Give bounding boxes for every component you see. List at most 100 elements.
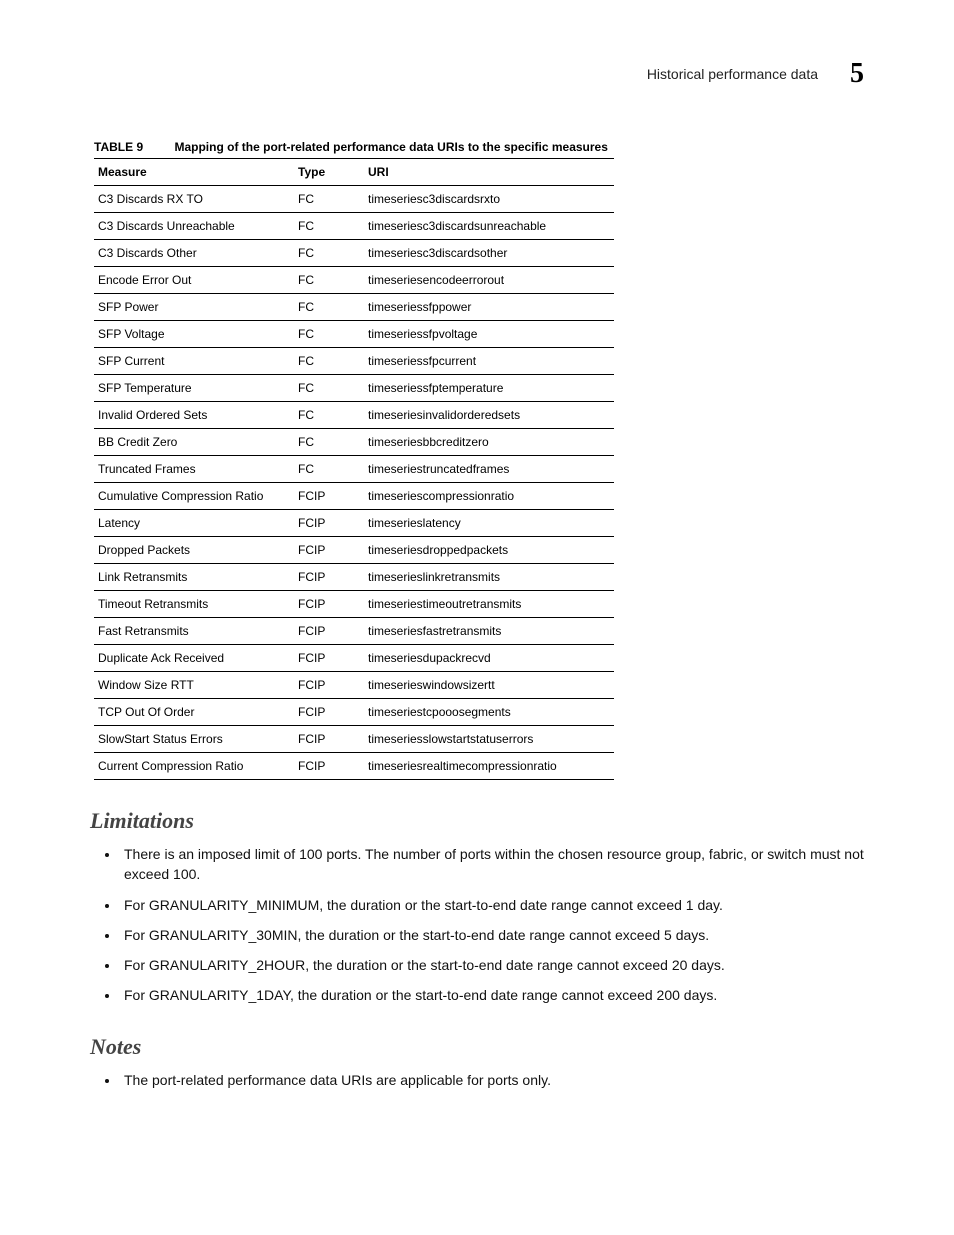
- cell-measure: TCP Out Of Order: [94, 699, 294, 726]
- table-row: Invalid Ordered SetsFCtimeseriesinvalido…: [94, 402, 614, 429]
- table-row: SFP VoltageFCtimeseriessfpvoltage: [94, 321, 614, 348]
- cell-type: FCIP: [294, 537, 364, 564]
- cell-measure: Cumulative Compression Ratio: [94, 483, 294, 510]
- table-row: SlowStart Status ErrorsFCIPtimeseriesslo…: [94, 726, 614, 753]
- cell-uri: timeseriesc3discardsrxto: [364, 186, 614, 213]
- table-row: C3 Discards RX TOFCtimeseriesc3discardsr…: [94, 186, 614, 213]
- table-row: TCP Out Of OrderFCIPtimeseriestcpooosegm…: [94, 699, 614, 726]
- table-row: Truncated FramesFCtimeseriestruncatedfra…: [94, 456, 614, 483]
- cell-type: FCIP: [294, 564, 364, 591]
- cell-type: FC: [294, 348, 364, 375]
- cell-measure: Current Compression Ratio: [94, 753, 294, 780]
- cell-uri: timeseriestimeoutretransmits: [364, 591, 614, 618]
- cell-uri: timeseriesdroppedpackets: [364, 537, 614, 564]
- list-item: There is an imposed limit of 100 ports. …: [120, 844, 864, 885]
- cell-uri: timeseriesslowstartstatuserrors: [364, 726, 614, 753]
- running-title: Historical performance data: [647, 66, 818, 82]
- cell-uri: timeseriesbbcreditzero: [364, 429, 614, 456]
- cell-uri: timeserieslatency: [364, 510, 614, 537]
- cell-type: FCIP: [294, 618, 364, 645]
- cell-uri: timeseriescompressionratio: [364, 483, 614, 510]
- cell-measure: SFP Power: [94, 294, 294, 321]
- cell-measure: Link Retransmits: [94, 564, 294, 591]
- notes-heading: Notes: [90, 1034, 864, 1060]
- list-item: For GRANULARITY_MINIMUM, the duration or…: [120, 895, 864, 915]
- list-item: For GRANULARITY_1DAY, the duration or th…: [120, 985, 864, 1005]
- table-title: Mapping of the port-related performance …: [174, 140, 607, 154]
- cell-measure: C3 Discards Other: [94, 240, 294, 267]
- table-caption: TABLE 9 Mapping of the port-related perf…: [94, 140, 864, 154]
- cell-type: FC: [294, 429, 364, 456]
- cell-measure: Fast Retransmits: [94, 618, 294, 645]
- cell-type: FC: [294, 240, 364, 267]
- cell-measure: Timeout Retransmits: [94, 591, 294, 618]
- cell-type: FCIP: [294, 699, 364, 726]
- col-header-measure: Measure: [94, 159, 294, 186]
- cell-uri: timeseriesrealtimecompressionratio: [364, 753, 614, 780]
- cell-type: FCIP: [294, 753, 364, 780]
- cell-uri: timeseriesinvalidorderedsets: [364, 402, 614, 429]
- cell-measure: SFP Voltage: [94, 321, 294, 348]
- cell-measure: SFP Temperature: [94, 375, 294, 402]
- cell-measure: Duplicate Ack Received: [94, 645, 294, 672]
- table-row: SFP TemperatureFCtimeseriessfptemperatur…: [94, 375, 614, 402]
- list-item: The port-related performance data URIs a…: [120, 1070, 864, 1090]
- table-row: Dropped PacketsFCIPtimeseriesdroppedpack…: [94, 537, 614, 564]
- table-row: Link RetransmitsFCIPtimeserieslinkretran…: [94, 564, 614, 591]
- cell-type: FC: [294, 321, 364, 348]
- table-row: BB Credit ZeroFCtimeseriesbbcreditzero: [94, 429, 614, 456]
- cell-uri: timeseriessfptemperature: [364, 375, 614, 402]
- list-item: For GRANULARITY_30MIN, the duration or t…: [120, 925, 864, 945]
- page-content: TABLE 9 Mapping of the port-related perf…: [90, 140, 864, 1090]
- cell-uri: timeseriessfppower: [364, 294, 614, 321]
- cell-type: FC: [294, 375, 364, 402]
- cell-measure: SFP Current: [94, 348, 294, 375]
- cell-type: FCIP: [294, 510, 364, 537]
- cell-measure: C3 Discards RX TO: [94, 186, 294, 213]
- cell-measure: Latency: [94, 510, 294, 537]
- cell-uri: timeseriesencodeerrorout: [364, 267, 614, 294]
- cell-uri: timeseriesc3discardsunreachable: [364, 213, 614, 240]
- table-row: Timeout RetransmitsFCIPtimeseriestimeout…: [94, 591, 614, 618]
- cell-uri: timeseriestcpooosegments: [364, 699, 614, 726]
- cell-uri: timeseriessfpvoltage: [364, 321, 614, 348]
- table-row: Fast RetransmitsFCIPtimeseriesfastretran…: [94, 618, 614, 645]
- cell-type: FC: [294, 213, 364, 240]
- cell-uri: timeserieswindowsizertt: [364, 672, 614, 699]
- table-row: LatencyFCIPtimeserieslatency: [94, 510, 614, 537]
- cell-measure: Invalid Ordered Sets: [94, 402, 294, 429]
- cell-uri: timeseriestruncatedframes: [364, 456, 614, 483]
- page: Historical performance data 5 TABLE 9 Ma…: [0, 0, 954, 1235]
- cell-type: FCIP: [294, 483, 364, 510]
- notes-list: The port-related performance data URIs a…: [98, 1070, 864, 1090]
- cell-measure: Dropped Packets: [94, 537, 294, 564]
- cell-measure: Window Size RTT: [94, 672, 294, 699]
- table-row: Window Size RTTFCIPtimeserieswindowsizer…: [94, 672, 614, 699]
- cell-type: FCIP: [294, 591, 364, 618]
- cell-uri: timeseriesc3discardsother: [364, 240, 614, 267]
- cell-uri: timeseriesdupackrecvd: [364, 645, 614, 672]
- table-row: C3 Discards UnreachableFCtimeseriesc3dis…: [94, 213, 614, 240]
- col-header-uri: URI: [364, 159, 614, 186]
- cell-type: FC: [294, 294, 364, 321]
- cell-type: FC: [294, 186, 364, 213]
- table-row: Encode Error OutFCtimeseriesencodeerroro…: [94, 267, 614, 294]
- cell-type: FC: [294, 267, 364, 294]
- cell-type: FCIP: [294, 672, 364, 699]
- cell-measure: Encode Error Out: [94, 267, 294, 294]
- cell-type: FC: [294, 456, 364, 483]
- chapter-number: 5: [850, 58, 864, 90]
- cell-measure: BB Credit Zero: [94, 429, 294, 456]
- table-row: SFP CurrentFCtimeseriessfpcurrent: [94, 348, 614, 375]
- col-header-type: Type: [294, 159, 364, 186]
- cell-type: FCIP: [294, 645, 364, 672]
- uri-mapping-table: Measure Type URI C3 Discards RX TOFCtime…: [94, 158, 614, 780]
- cell-type: FC: [294, 402, 364, 429]
- cell-type: FCIP: [294, 726, 364, 753]
- list-item: For GRANULARITY_2HOUR, the duration or t…: [120, 955, 864, 975]
- table-label: TABLE 9: [94, 140, 143, 154]
- cell-measure: C3 Discards Unreachable: [94, 213, 294, 240]
- cell-measure: SlowStart Status Errors: [94, 726, 294, 753]
- running-header: Historical performance data 5: [647, 58, 864, 90]
- cell-uri: timeseriessfpcurrent: [364, 348, 614, 375]
